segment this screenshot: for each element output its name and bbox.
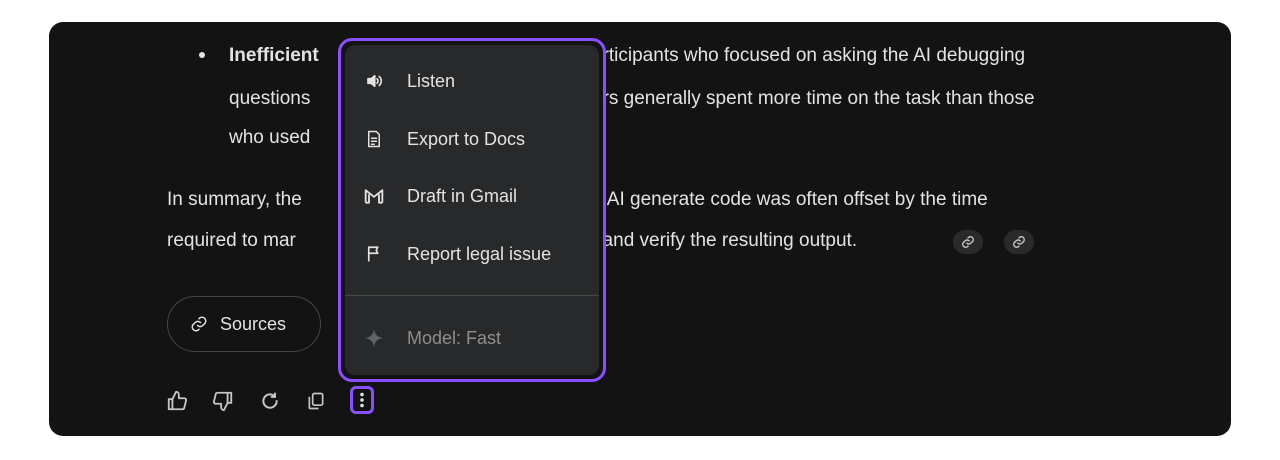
menu-item-model: Model: Fast — [345, 310, 599, 366]
bullet-bold-text: Inefficient — [229, 45, 319, 66]
thumb-up-button[interactable] — [166, 390, 188, 412]
menu-item-label: Report legal issue — [407, 243, 552, 264]
response-panel: Inefficient articipants who focused on a… — [49, 22, 1231, 436]
more-options-menu: Listen Export to Docs Draft in Gmail Rep… — [338, 38, 606, 382]
thumb-up-icon — [167, 390, 188, 411]
menu-item-label: Listen — [407, 70, 456, 91]
more-options-button[interactable] — [350, 386, 374, 414]
sources-button[interactable]: Sources — [167, 296, 321, 352]
speaker-icon — [363, 70, 385, 92]
link-icon — [190, 315, 208, 333]
sources-label: Sources — [220, 313, 287, 334]
menu-body: Listen Export to Docs Draft in Gmail Rep… — [345, 45, 599, 375]
summary-line-1-right: e AI generate code was often offset by t… — [592, 189, 988, 210]
thumb-down-icon — [212, 391, 233, 412]
docs-icon — [363, 128, 385, 150]
more-vert-icon — [360, 392, 364, 408]
menu-item-label: Draft in Gmail — [407, 185, 518, 206]
bullet-line-2-left: questions — [229, 88, 311, 109]
sparkle-icon — [363, 327, 385, 349]
model-label: Model: Fast — [407, 327, 502, 348]
flag-icon — [363, 243, 385, 265]
copy-icon — [308, 392, 324, 410]
bullet-dot — [199, 52, 205, 58]
citation-chip-1[interactable] — [953, 230, 983, 254]
copy-button[interactable] — [305, 390, 327, 412]
menu-item-label: Export to Docs — [407, 128, 526, 149]
citation-chip-2[interactable] — [1004, 230, 1034, 254]
bullet-line-2-right: ers generally spent more time on the tas… — [592, 88, 1035, 109]
menu-item-export-docs[interactable]: Export to Docs — [345, 111, 599, 167]
summary-line-2-left: required to mar — [167, 230, 296, 251]
regenerate-button[interactable] — [259, 390, 281, 412]
bullet-line-3: who used — [229, 127, 311, 148]
summary-line-1-left: In summary, the — [167, 189, 302, 210]
thumb-down-button[interactable] — [212, 390, 234, 412]
link-icon — [962, 236, 974, 248]
menu-item-draft-gmail[interactable]: Draft in Gmail — [345, 168, 599, 224]
menu-item-report-legal[interactable]: Report legal issue — [345, 226, 599, 282]
menu-item-listen[interactable]: Listen — [345, 53, 599, 109]
link-icon — [1013, 236, 1025, 248]
summary-line-2-right: , and verify the resulting output. — [592, 230, 858, 251]
menu-divider — [345, 295, 599, 296]
bullet-line-1: articipants who focused on asking the AI… — [592, 45, 1026, 66]
gmail-icon — [363, 185, 385, 207]
regenerate-icon — [262, 392, 278, 409]
